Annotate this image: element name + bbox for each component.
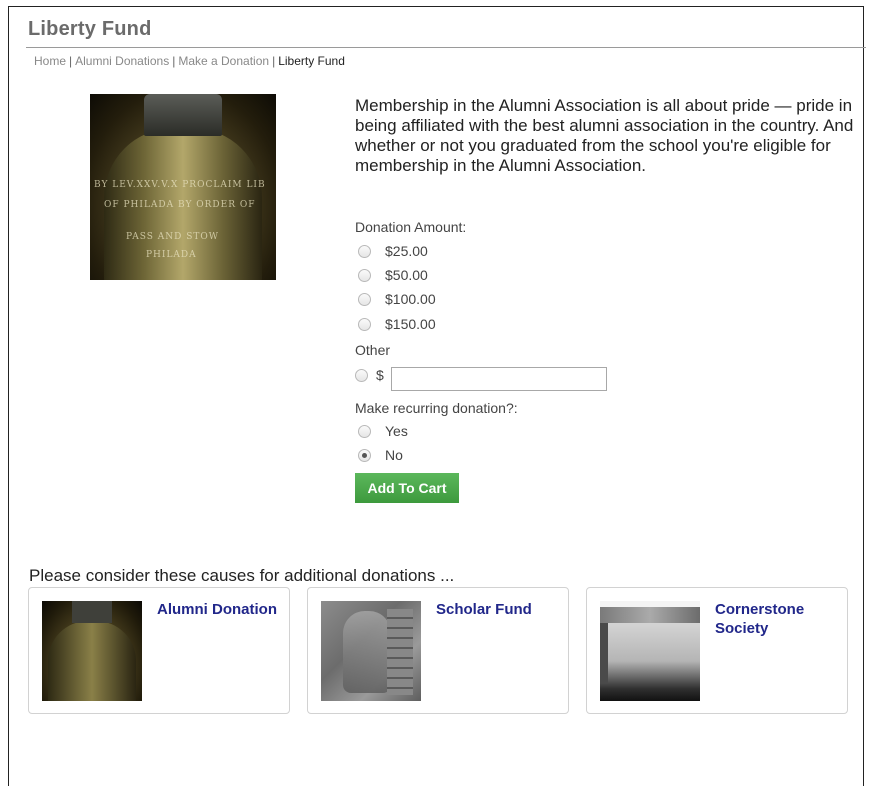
bell-engraving: PHILADA bbox=[146, 250, 197, 260]
donation-option-label: $150.00 bbox=[385, 316, 436, 332]
other-amount-label: Other bbox=[355, 342, 391, 358]
breadcrumb-separator: | bbox=[172, 54, 176, 68]
recurring-donation-label: Make recurring donation?: bbox=[355, 400, 518, 416]
bell-body bbox=[48, 621, 136, 701]
breadcrumb-home[interactable]: Home bbox=[34, 54, 66, 68]
liberty-bell-thumbnail[interactable] bbox=[42, 601, 142, 701]
breadcrumb-current: Liberty Fund bbox=[278, 54, 345, 68]
cornerstone-thumbnail[interactable] bbox=[600, 601, 700, 701]
radio-button[interactable] bbox=[355, 368, 368, 382]
recurring-option-label: Yes bbox=[385, 423, 408, 439]
liberty-bell-image: BY LEV.XXV.V.X PROCLAIM LIB OF PHILADA B… bbox=[90, 94, 276, 280]
donation-option-150[interactable]: $150.00 bbox=[358, 315, 436, 333]
donation-option-label: $100.00 bbox=[385, 291, 436, 307]
breadcrumb-separator: | bbox=[272, 54, 276, 68]
recurring-option-no[interactable]: No bbox=[358, 446, 403, 464]
bell-engraving: OF PHILADA BY ORDER OF bbox=[104, 200, 256, 210]
recurring-option-label: No bbox=[385, 447, 403, 463]
bell-yoke bbox=[144, 94, 222, 136]
bell-engraving: BY LEV.XXV.V.X PROCLAIM LIB bbox=[94, 180, 266, 190]
breadcrumb: Home | Alumni Donations | Make a Donation | Li… bbox=[34, 54, 345, 68]
donation-option-25[interactable]: $25.00 bbox=[358, 242, 428, 260]
radio-button[interactable] bbox=[358, 317, 371, 331]
cause-link-scholar-fund[interactable]: Scholar Fund bbox=[436, 600, 561, 619]
breadcrumb-separator: | bbox=[69, 54, 73, 68]
donation-option-label: $25.00 bbox=[385, 243, 428, 259]
title-divider bbox=[26, 47, 866, 48]
donation-amount-label: Donation Amount: bbox=[355, 219, 467, 235]
cause-link-alumni-donation[interactable]: Alumni Donation bbox=[157, 600, 282, 619]
radio-button[interactable] bbox=[358, 268, 371, 282]
add-to-cart-button[interactable]: Add To Cart bbox=[355, 473, 459, 503]
radio-button[interactable] bbox=[358, 244, 371, 258]
relief-figure bbox=[343, 611, 391, 693]
stone-top bbox=[600, 607, 700, 623]
donation-option-label: $50.00 bbox=[385, 267, 428, 283]
stone-side bbox=[600, 623, 608, 683]
bell-yoke bbox=[72, 601, 112, 623]
donation-option-100[interactable]: $100.00 bbox=[358, 290, 436, 308]
causes-heading: Please consider these causes for additio… bbox=[29, 566, 455, 585]
cause-link-cornerstone-society[interactable]: Cornerstone Society bbox=[715, 600, 840, 638]
intro-text: Membership in the Alumni Association is … bbox=[355, 96, 854, 175]
breadcrumb-make-a-donation[interactable]: Make a Donation bbox=[178, 54, 269, 68]
cause-card-alumni-donation[interactable]: Alumni Donation bbox=[28, 587, 290, 714]
donation-option-50[interactable]: $50.00 bbox=[358, 266, 428, 284]
radio-button[interactable] bbox=[358, 424, 371, 438]
bell-engraving: PASS AND STOW bbox=[126, 232, 220, 242]
other-amount-input[interactable] bbox=[391, 367, 607, 391]
currency-symbol: $ bbox=[376, 367, 384, 383]
stone-relief-thumbnail[interactable] bbox=[321, 601, 421, 701]
radio-button-checked[interactable] bbox=[358, 448, 371, 462]
relief-shelf bbox=[387, 609, 413, 695]
cause-card-cornerstone-society[interactable]: Cornerstone Society bbox=[586, 587, 848, 714]
breadcrumb-alumni-donations[interactable]: Alumni Donations bbox=[75, 54, 169, 68]
radio-button[interactable] bbox=[358, 292, 371, 306]
recurring-option-yes[interactable]: Yes bbox=[358, 422, 408, 440]
page-title: Liberty Fund bbox=[28, 18, 152, 40]
donation-option-other[interactable]: $ bbox=[355, 366, 384, 384]
cause-card-scholar-fund[interactable]: Scholar Fund bbox=[307, 587, 569, 714]
